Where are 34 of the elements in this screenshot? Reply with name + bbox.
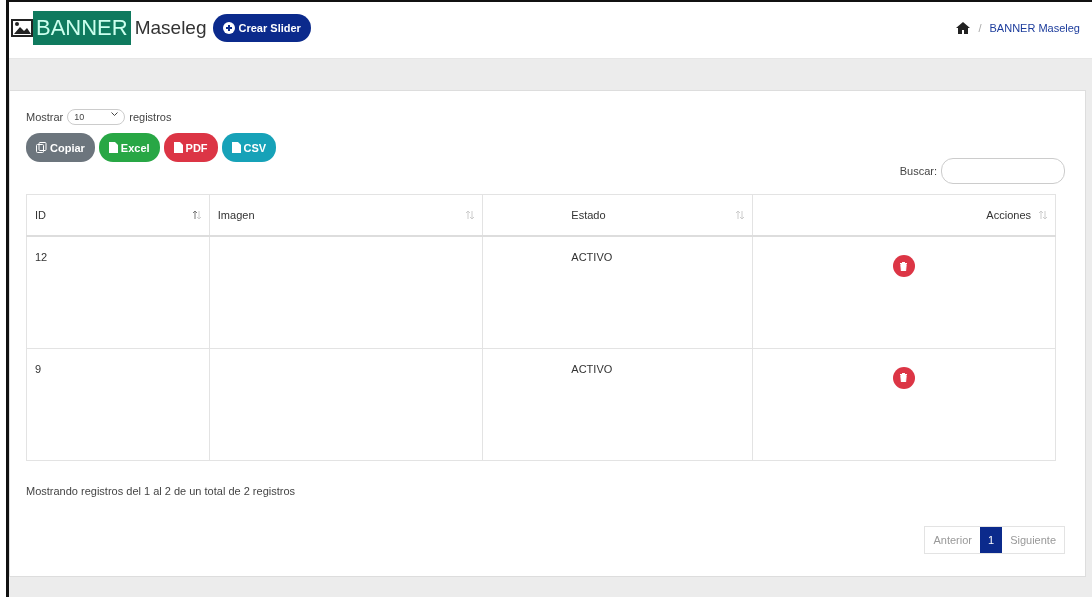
column-header[interactable]: ID xyxy=(26,194,210,236)
file-icon xyxy=(231,142,241,153)
file-icon xyxy=(108,142,118,153)
sort-icon[interactable] xyxy=(192,210,201,220)
trash-icon xyxy=(900,373,908,382)
table-info: Mostrando registros del 1 al 2 de un total de 2 registros xyxy=(26,484,297,497)
delete-button[interactable] xyxy=(892,255,915,277)
copy-icon xyxy=(36,142,47,153)
column-header[interactable]: Imagen xyxy=(209,194,483,236)
table-cell: ACTIVO xyxy=(482,348,753,460)
search-field[interactable] xyxy=(941,158,1065,184)
pdf-button[interactable]: PDF xyxy=(163,133,218,162)
table-cell: 12 xyxy=(26,236,210,348)
column-header[interactable]: Acciones xyxy=(752,194,1056,236)
search-label: Buscar: xyxy=(899,165,937,177)
breadcrumb-separator: / xyxy=(978,22,982,34)
plus-circle-icon xyxy=(222,22,235,34)
file-icon xyxy=(173,142,183,153)
logo-text: BANNER xyxy=(33,11,131,45)
delete-button[interactable] xyxy=(892,366,915,389)
trash-icon xyxy=(900,261,908,271)
page-title: Maseleg xyxy=(134,17,207,39)
caret-icon xyxy=(111,112,119,117)
image-icon xyxy=(11,19,33,37)
records-label: registros xyxy=(129,111,172,123)
show-label: Mostrar xyxy=(26,111,64,123)
column-header[interactable]: Estado xyxy=(482,194,753,236)
home-icon[interactable] xyxy=(956,22,971,34)
table-cell: 9 xyxy=(26,348,210,460)
breadcrumb-link[interactable]: BANNER Maseleg xyxy=(989,22,1080,34)
copy-button[interactable]: Copiar xyxy=(26,133,95,162)
page-button[interactable]: 1 xyxy=(980,527,1003,553)
table-cell: ACTIVO xyxy=(482,236,753,348)
create-slider-button[interactable]: Crear Slider xyxy=(212,14,311,42)
